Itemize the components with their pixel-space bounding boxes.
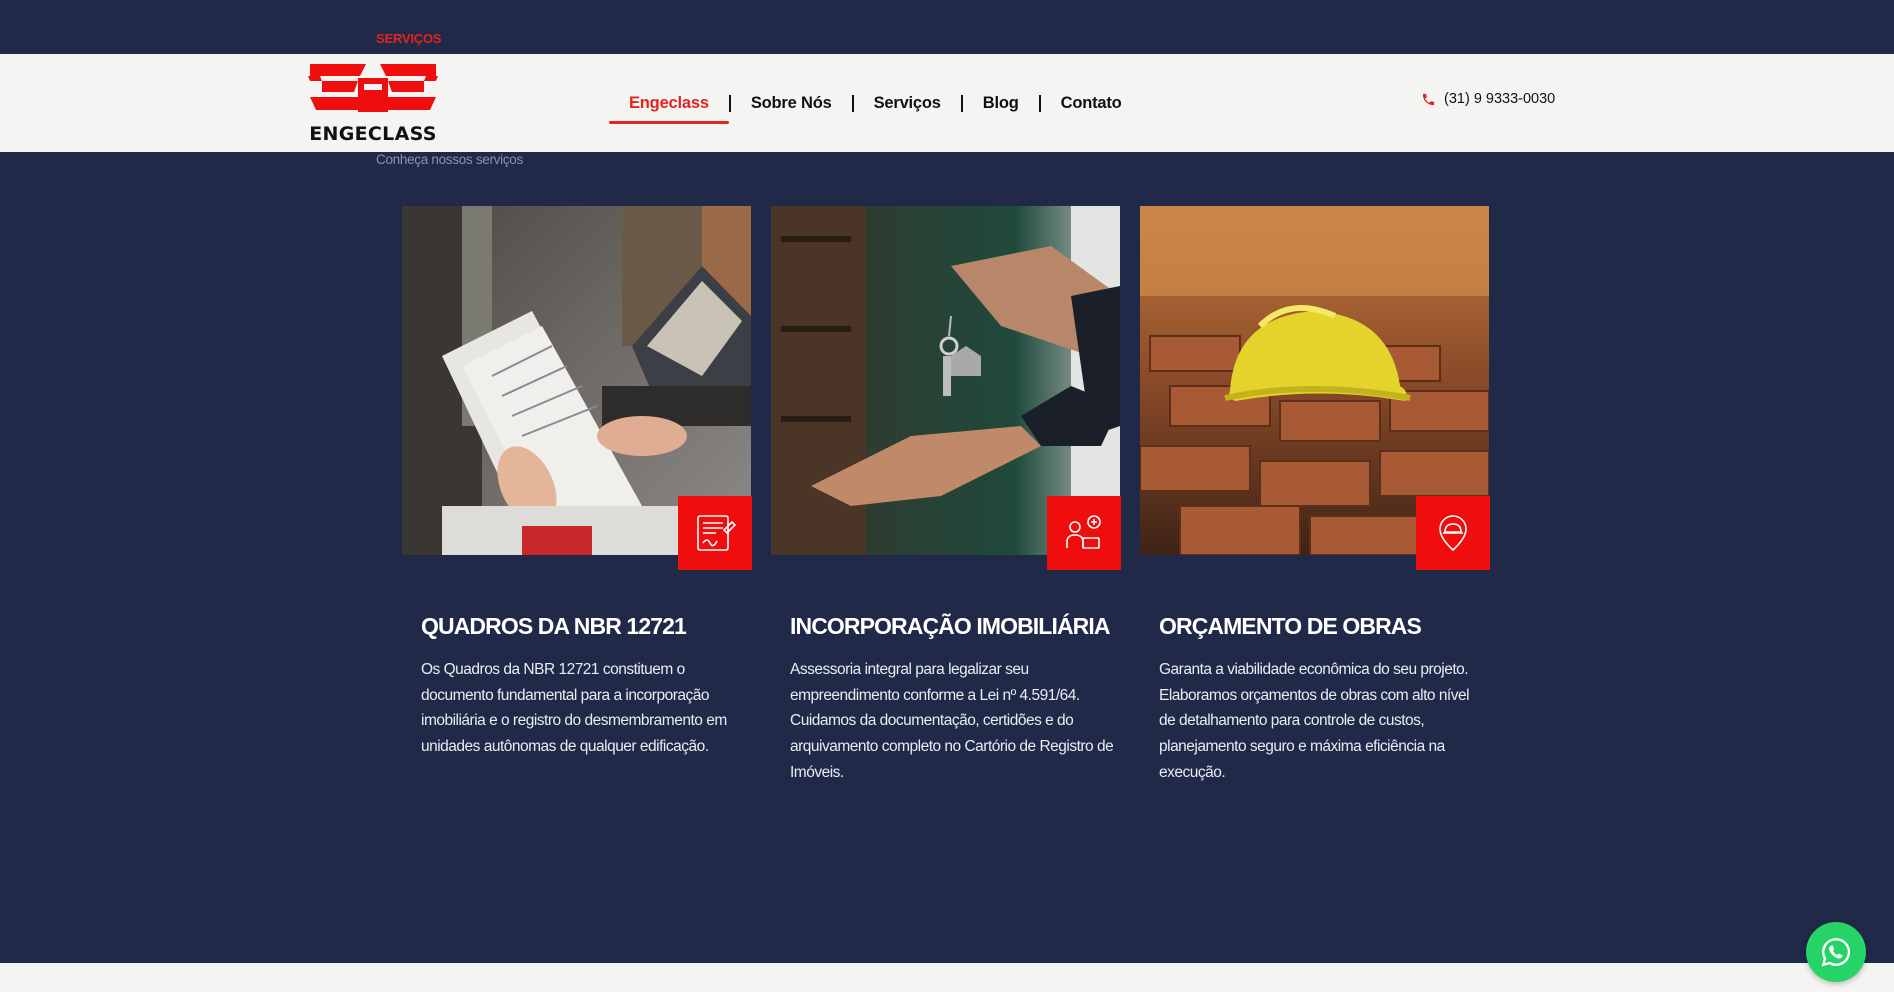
service-card[interactable]: ORÇAMENTO DE OBRAS Garanta a viabilidade… [1140,206,1490,781]
service-card[interactable]: INCORPORAÇÃO IMOBILIÁRIA Assessoria inte… [771,206,1121,781]
engeclass-logo-mark [308,64,438,112]
card-title: ORÇAMENTO DE OBRAS [1159,613,1422,639]
card-icon-badge [678,496,752,570]
card-icon-badge [1416,496,1490,570]
card-title: INCORPORAÇÃO IMOBILIÁRIA [790,613,1110,639]
logo-text: ENGECLASS [309,123,437,145]
card-title: QUADROS DA NBR 12721 [421,613,687,639]
phone-icon [1422,93,1435,105]
nav-item-contato[interactable]: Contato [1041,54,1142,152]
document-signature-icon [697,515,736,551]
logo[interactable]: ENGECLASS [308,64,438,145]
card-text: Garanta a viabilidade econômica do seu p… [1159,661,1470,781]
site-header: ENGECLASS Engeclass Sobre Nós Serviços B… [0,54,1894,152]
whatsapp-icon [1821,938,1851,967]
nav-item-engeclass[interactable]: Engeclass [609,54,729,152]
phone-link[interactable]: (31) 9 9333-0030 [1421,91,1555,107]
service-card[interactable]: QUADROS DA NBR 12721 Os Quadros da NBR 1… [402,206,752,755]
card-image [771,206,1121,570]
main-nav: Engeclass Sobre Nós Serviços Blog Contat… [609,54,1142,152]
section-subtitle: Conheça nossos serviços [376,152,523,167]
card-text: Assessoria integral para legalizar seu e… [790,661,1114,781]
nav-item-servicos[interactable]: Serviços [854,54,961,152]
helmet-location-icon [1439,515,1467,552]
card-image [1140,206,1490,570]
card-image [402,206,752,570]
footer-band [0,963,1894,992]
section-eyebrow: SERVIÇOS [376,31,442,46]
card-text: Os Quadros da NBR 12721 constituem o doc… [421,661,727,756]
phone-number: (31) 9 9333-0030 [1444,91,1556,107]
consultant-icon [1066,515,1101,549]
whatsapp-button[interactable] [1806,922,1866,982]
nav-item-sobre-nos[interactable]: Sobre Nós [731,54,852,152]
card-icon-badge [1047,496,1121,570]
nav-item-blog[interactable]: Blog [963,54,1039,152]
